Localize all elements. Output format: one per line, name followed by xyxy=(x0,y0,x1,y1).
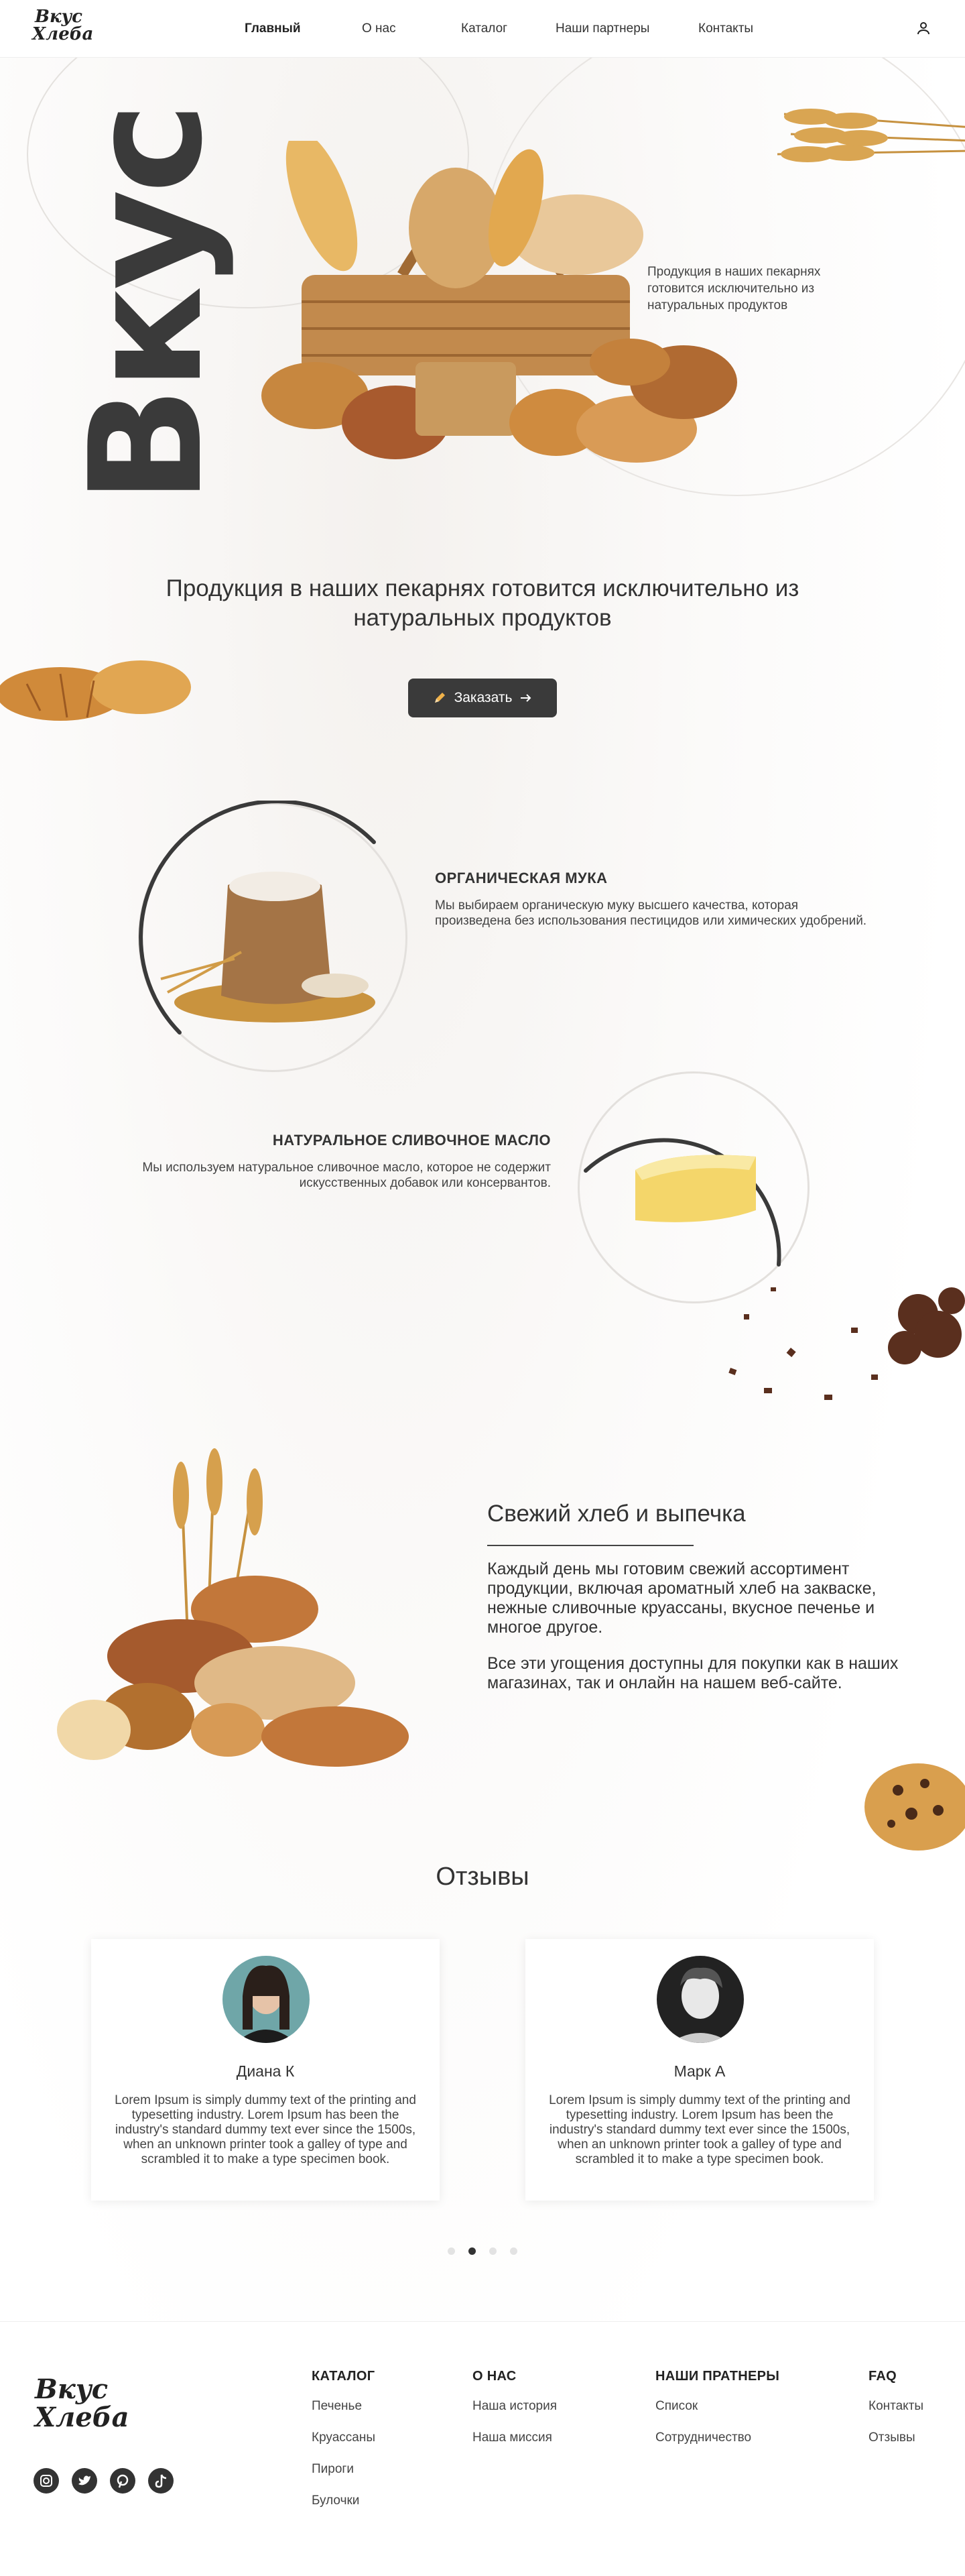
footer-heading: FAQ xyxy=(868,2369,897,2384)
footer-column-faq: FAQ Контакты Отзывы xyxy=(868,2369,923,2462)
croissants-image xyxy=(0,660,191,721)
nav-item-home[interactable]: Главный xyxy=(245,21,301,36)
nav-item-catalog[interactable]: Каталог xyxy=(461,21,507,36)
footer-heading: НАШИ ПРАТНЕРЫ xyxy=(655,2369,780,2384)
footer-logo-line2: Хлеба xyxy=(35,2402,129,2433)
carousel-dot[interactable] xyxy=(448,2247,455,2255)
pinterest-icon[interactable] xyxy=(110,2468,135,2494)
carousel-dot[interactable] xyxy=(489,2247,497,2255)
footer-link[interactable]: Отзывы xyxy=(868,2431,923,2462)
footer-link[interactable]: Печенье xyxy=(312,2399,375,2431)
footer-link[interactable]: Список xyxy=(655,2399,779,2431)
order-button-label: Заказать xyxy=(454,690,513,705)
review-text: Lorem Ipsum is simply dummy text of the … xyxy=(115,2093,416,2166)
site-header: Вкус Хлеба Главный О нас Каталог Наши па… xyxy=(0,0,965,58)
pencil-icon xyxy=(434,693,445,703)
cookie-image xyxy=(864,1763,965,1851)
main-nav: Главный О нас Каталог Наши партнеры Конт… xyxy=(0,21,965,36)
hero-headline: Продукция в наших пекарнях готовится иск… xyxy=(166,575,799,631)
feature-title-butter: НАТУРАЛЬНОЕ СЛИВОЧНОЕ МАСЛО xyxy=(272,1132,551,1149)
review-card: Марк А Lorem Ipsum is simply dummy text … xyxy=(525,1939,874,2201)
order-button[interactable]: Заказать xyxy=(408,679,557,717)
chocolate-chips-image xyxy=(728,1287,965,1400)
review-author: Диана К xyxy=(236,2062,295,2080)
feature-text-flour: Мы выбираем органическую муку высшего ка… xyxy=(435,898,867,928)
review-author: Марк А xyxy=(673,2062,726,2080)
footer-heading: О НАС xyxy=(472,2369,517,2384)
footer-link[interactable]: Пироги xyxy=(312,2462,375,2494)
nav-item-partners[interactable]: Наши партнеры xyxy=(556,21,649,36)
page: Вкус Хлеба Главный О нас Каталог Наши па… xyxy=(0,0,965,2576)
avatar xyxy=(657,1956,744,2043)
twitter-icon[interactable] xyxy=(72,2468,97,2494)
user-icon[interactable] xyxy=(915,20,931,36)
hero-big-word-text: Вкус xyxy=(58,106,237,504)
fresh-section-divider xyxy=(487,1545,694,1546)
review-text: Lorem Ipsum is simply dummy text of the … xyxy=(549,2093,850,2166)
feature-title-flour: ОРГАНИЧЕСКАЯ МУКА xyxy=(435,870,608,886)
bread-pile-image xyxy=(57,1448,409,1767)
feature-text-butter: Мы используем натуральное сливочное масл… xyxy=(142,1161,551,1190)
footer-link[interactable]: Контакты xyxy=(868,2399,923,2431)
hero-side-text: Продукция в наших пекарнях готовится иск… xyxy=(647,265,821,312)
arrow-right-icon xyxy=(521,694,531,702)
flour-sack-image xyxy=(160,872,375,1022)
footer-logo-line1: Вкус xyxy=(35,2374,109,2405)
footer-column-partners: НАШИ ПРАТНЕРЫ Список Сотрудничество xyxy=(655,2369,779,2462)
nav-item-about[interactable]: О нас xyxy=(362,21,396,36)
butter-image xyxy=(635,1155,756,1222)
tiktok-icon[interactable] xyxy=(148,2468,174,2494)
footer-heading: КАТАЛОГ xyxy=(312,2369,375,2384)
footer-link[interactable]: Булочки xyxy=(312,2494,375,2525)
nav-item-contacts[interactable]: Контакты xyxy=(698,21,753,36)
footer-link[interactable]: Круассаны xyxy=(312,2431,375,2462)
footer-link[interactable]: Сотрудничество xyxy=(655,2431,779,2462)
reviews-title: Отзывы xyxy=(436,1863,529,1891)
site-footer: Вкус Хлеба КАТАЛОГ Печенье Круассаны Пир… xyxy=(0,2321,965,2576)
fresh-paragraph-2: Все эти угощения доступны для покупки ка… xyxy=(487,1654,899,1692)
footer-link[interactable]: Наша миссия xyxy=(472,2431,557,2462)
footer-logo[interactable]: Вкус Хлеба xyxy=(35,2376,135,2443)
fresh-paragraph-1: Каждый день мы готовим свежий ассортимен… xyxy=(487,1560,877,1637)
avatar xyxy=(222,1956,310,2043)
footer-column-catalog: КАТАЛОГ Печенье Круассаны Пироги Булочки xyxy=(312,2369,375,2525)
footer-column-about: О НАС Наша история Наша миссия xyxy=(472,2369,557,2462)
carousel-dots xyxy=(448,2247,528,2256)
hero-big-word: Вкус xyxy=(40,101,255,504)
wheat-image xyxy=(777,109,965,162)
carousel-dot[interactable] xyxy=(510,2247,517,2255)
review-card: Диана К Lorem Ipsum is simply dummy text… xyxy=(91,1939,440,2201)
carousel-dot[interactable] xyxy=(468,2247,476,2255)
instagram-icon[interactable] xyxy=(34,2468,59,2494)
footer-link[interactable]: Наша история xyxy=(472,2399,557,2431)
fresh-section-title: Свежий хлеб и выпечка xyxy=(487,1501,746,1527)
